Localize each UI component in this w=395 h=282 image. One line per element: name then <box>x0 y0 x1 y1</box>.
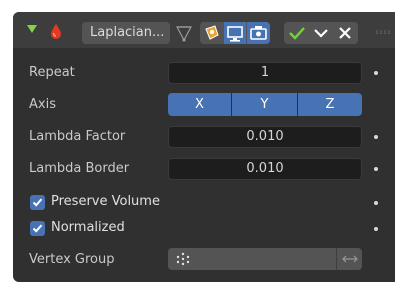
checkmark-icon <box>32 198 43 207</box>
modifier-visibility-group <box>200 22 270 44</box>
axis-label: Axis <box>29 97 56 112</box>
drag-grip-icon[interactable] <box>375 30 391 34</box>
axis-y-button[interactable]: Y <box>232 93 297 116</box>
repeat-label: Repeat <box>29 65 75 80</box>
modifier-name-field[interactable]: Laplacian... <box>82 22 170 44</box>
realtime-icon <box>227 26 243 42</box>
lambda-factor-keyframe-dot[interactable] <box>374 135 378 139</box>
checkmark-icon <box>32 224 43 233</box>
expand-chevron-icon[interactable] <box>27 25 37 33</box>
normalized-keyframe-dot[interactable] <box>374 227 378 231</box>
realtime-toggle[interactable] <box>224 22 246 44</box>
edit-mode-icon[interactable] <box>173 22 195 44</box>
preserve-volume-checkbox[interactable] <box>30 195 45 210</box>
axis-z-button[interactable]: Z <box>298 93 362 116</box>
on-cage-icon[interactable] <box>202 23 222 43</box>
delete-x-icon[interactable] <box>334 23 356 43</box>
axis-toggle-group: X Y Z <box>168 93 362 116</box>
normalized-checkbox[interactable] <box>30 221 45 236</box>
laplacian-smooth-modifier-panel: Laplacian... Repeat 1 Axis X Y Z Lambda … <box>13 12 395 282</box>
modifier-header: Laplacian... <box>13 12 395 48</box>
apply-check-icon[interactable] <box>286 23 308 43</box>
render-icon <box>250 26 267 40</box>
vertex-group-label: Vertex Group <box>29 252 115 267</box>
normalized-label: Normalized <box>51 220 125 235</box>
vertex-group-divider <box>336 248 337 270</box>
repeat-keyframe-dot[interactable] <box>374 71 378 75</box>
lambda-border-keyframe-dot[interactable] <box>374 167 378 171</box>
preserve-volume-label: Preserve Volume <box>51 194 160 209</box>
preserve-volume-keyframe-dot[interactable] <box>374 201 378 205</box>
vertex-group-field[interactable] <box>168 248 362 270</box>
vertex-group-icon <box>176 252 190 266</box>
lambda-border-field[interactable]: 0.010 <box>168 158 362 180</box>
apply-delete-group <box>284 22 358 44</box>
invert-arrows-icon[interactable] <box>341 252 359 266</box>
lambda-border-label: Lambda Border <box>29 161 130 176</box>
repeat-field[interactable]: 1 <box>168 62 362 84</box>
dropdown-chevron-icon[interactable] <box>310 23 332 43</box>
smooth-modifier-icon <box>51 24 61 39</box>
render-toggle[interactable] <box>247 22 270 44</box>
lambda-factor-field[interactable]: 0.010 <box>168 126 362 148</box>
axis-x-button[interactable]: X <box>168 93 231 116</box>
lambda-factor-label: Lambda Factor <box>29 129 126 144</box>
